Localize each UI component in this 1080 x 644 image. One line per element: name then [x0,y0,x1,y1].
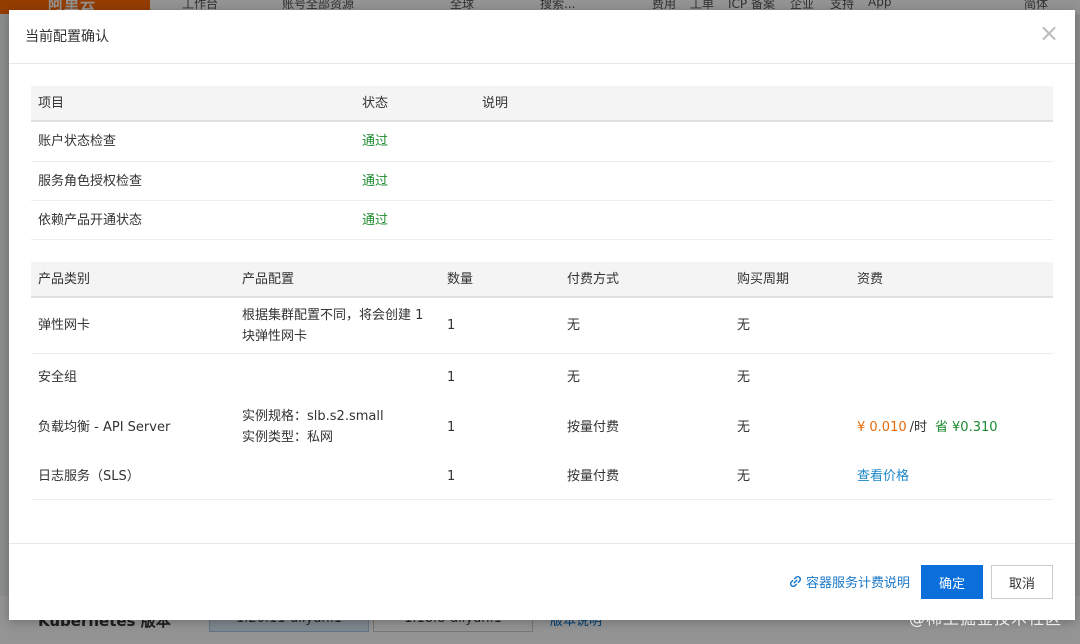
header-category: 产品类别 [38,271,91,287]
fee-save-amount: ¥0.310 [952,419,998,435]
link-icon [789,575,802,588]
cancel-button[interactable]: 取消 [991,565,1053,599]
table-row: 安全组 1 无 无 [31,354,1053,400]
billing-link-label: 容器服务计费说明 [806,576,911,591]
config-confirm-dialog: 当前配置确认 × 项目 状态 说明 账户状态检查 通过 服务角色授权检查 通过 … [9,10,1075,620]
check-item: 服务角色授权检查 [38,173,143,189]
product-fee: ¥ 0.010 /时 省 ¥0.310 [857,400,998,454]
dialog-header: 当前配置确认 × [9,10,1075,64]
product-table: 产品类别 产品配置 数量 付费方式 购买周期 资费 弹性网卡 根据集群配置不同，… [31,262,1053,500]
product-quantity: 1 [447,419,456,435]
precheck-table: 项目 状态 说明 账户状态检查 通过 服务角色授权检查 通过 依赖产品开通状态 … [31,86,1053,240]
check-item: 依赖产品开通状态 [38,212,143,228]
header-quantity: 数量 [447,271,474,287]
product-payment: 按量付费 [567,419,620,435]
product-payment: 无 [567,318,581,333]
header-fee: 资费 [857,271,884,287]
fee-save-label: 省 [935,419,949,435]
product-category: 弹性网卡 [38,318,91,333]
product-config: 根据集群配置不同，将会创建 1 块弹性网卡 [242,298,423,353]
header-payment: 付费方式 [567,271,620,287]
fee-unit: /时 [909,419,928,435]
product-quantity: 1 [447,318,456,333]
table-row: 账户状态检查 通过 [31,122,1053,162]
config-line: 实例类型：私网 [242,430,334,445]
header-description: 说明 [482,95,509,111]
close-icon[interactable]: × [1037,21,1061,46]
fee-price: ¥ 0.010 [857,419,907,435]
table-row: 日志服务（SLS） 1 按量付费 无 查看价格 [31,454,1053,500]
config-line: 根据集群配置不同，将会创建 1 [242,307,424,323]
watermark: @稀土掘金技术社区 [908,609,1062,628]
product-period: 无 [737,419,751,435]
config-line: 实例规格：slb.s2.small [242,409,384,424]
product-quantity: 1 [447,369,456,385]
product-period: 无 [737,318,751,333]
confirm-button[interactable]: 确定 [921,565,983,599]
table-row: 依赖产品开通状态 通过 [31,201,1053,240]
header-item: 项目 [38,95,65,111]
check-status: 通过 [362,212,389,228]
precheck-table-header: 项目 状态 说明 [31,86,1053,122]
product-quantity: 1 [447,469,456,484]
table-row: 负载均衡 - API Server 实例规格：slb.s2.small 实例类型… [31,400,1053,454]
product-period: 无 [737,469,751,484]
product-period: 无 [737,369,751,385]
config-line: 块弹性网卡 [242,328,308,344]
product-config: 实例规格：slb.s2.small 实例类型：私网 [242,400,384,454]
check-status: 通过 [362,134,389,149]
product-category: 负载均衡 - API Server [38,419,171,435]
header-config: 产品配置 [242,271,295,287]
check-status: 通过 [362,173,389,189]
header-period: 购买周期 [737,271,790,287]
table-row: 弹性网卡 根据集群配置不同，将会创建 1 块弹性网卡 1 无 无 [31,298,1053,354]
product-category: 安全组 [38,369,78,385]
product-payment: 按量付费 [567,469,620,484]
product-table-header: 产品类别 产品配置 数量 付费方式 购买周期 资费 [31,262,1053,298]
check-item: 账户状态检查 [38,134,117,149]
dialog-title: 当前配置确认 [25,29,109,45]
product-payment: 无 [567,369,581,385]
header-status: 状态 [362,95,389,111]
table-row: 服务角色授权检查 通过 [31,162,1053,201]
view-price-link[interactable]: 查看价格 [857,454,909,499]
product-category: 日志服务（SLS） [38,469,140,484]
billing-doc-link[interactable]: 容器服务计费说明 [789,572,910,591]
